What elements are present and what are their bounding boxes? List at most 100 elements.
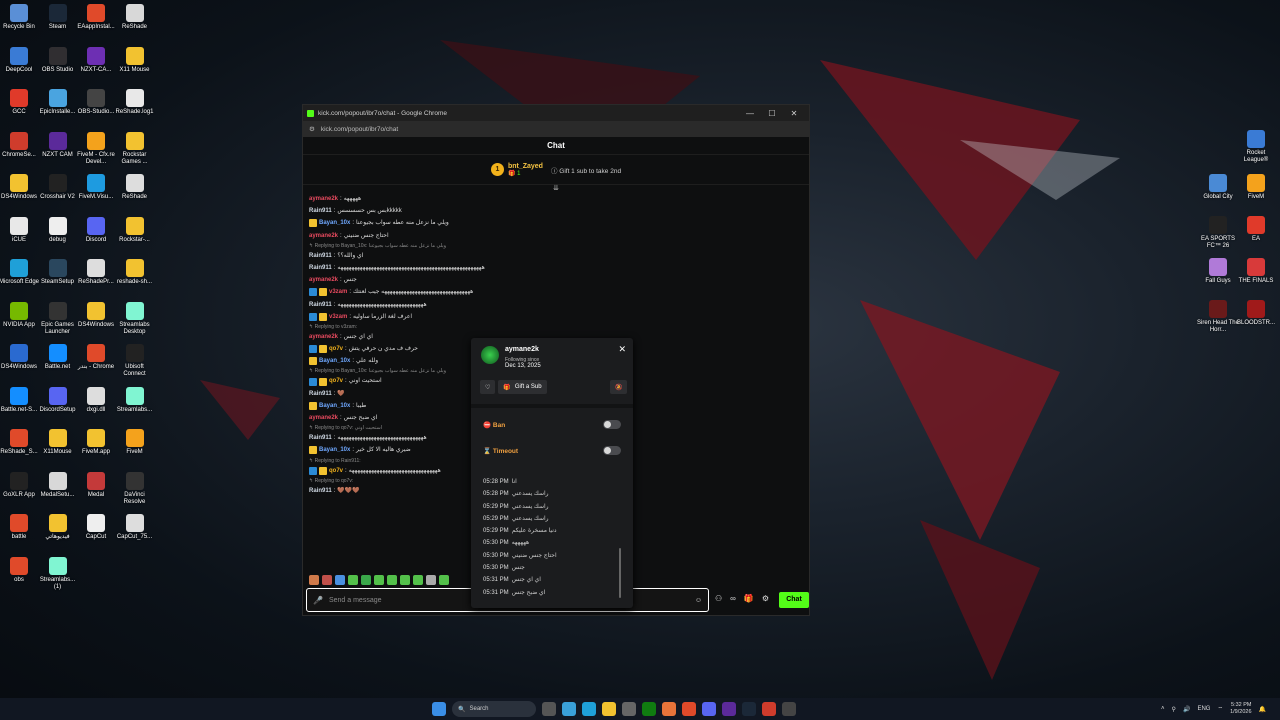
desktop-icon[interactable]: CapCut — [75, 514, 117, 541]
timeout-toggle[interactable] — [603, 446, 621, 455]
desktop-icon[interactable]: EpicInstalle... — [37, 89, 79, 116]
desktop-icon[interactable]: battle — [0, 514, 40, 541]
clock[interactable]: 5:32 PM 1/9/2026 — [1230, 702, 1251, 716]
emoji-icon[interactable]: ☺ — [695, 597, 702, 604]
chat-username[interactable]: Rain911 — [309, 388, 332, 400]
reply-reference[interactable]: ↰ Replying to Bayan_10x: ويلي ما نزعل من… — [309, 242, 609, 250]
task-view-icon[interactable] — [542, 702, 556, 716]
chat-message[interactable]: aymane2k: احتاج جنس ضنيني — [309, 230, 609, 242]
desktop-icon[interactable]: Steam — [37, 4, 79, 31]
discord-icon[interactable] — [702, 702, 716, 716]
desktop-icon[interactable]: iCUE — [0, 216, 40, 244]
emote-icon[interactable] — [413, 575, 423, 585]
ban-toggle[interactable] — [603, 420, 621, 429]
taskbar-search[interactable]: 🔍 Search — [452, 701, 536, 717]
desktop-icon[interactable]: ChromeSe... — [0, 131, 40, 159]
chat-username[interactable]: v3zam — [329, 311, 347, 323]
desktop-icon[interactable]: dxgi.dll — [75, 386, 117, 414]
chat-message[interactable]: aymane2k: هههههه — [309, 193, 609, 205]
emote-icon[interactable] — [361, 575, 371, 585]
infinity-icon[interactable]: ∞ — [730, 594, 736, 603]
desktop-icon[interactable]: X11 Mouse — [114, 46, 156, 74]
desktop-icon[interactable]: Fall Guys — [1197, 258, 1239, 285]
desktop-icon[interactable]: Medal — [75, 471, 117, 499]
users-icon[interactable]: ⚇ — [715, 594, 722, 603]
misc-icon[interactable] — [782, 702, 796, 716]
desktop-icon[interactable]: Microsoft Edge — [0, 259, 40, 286]
desktop-icon[interactable]: Siren Head The Horr... — [1197, 300, 1239, 334]
chat-username[interactable]: Bayan_10x — [319, 400, 350, 412]
desktop-icon[interactable]: Recycle Bin — [0, 4, 40, 31]
chat-message[interactable]: Rain911: بس بس حسسسسkkkkk — [309, 205, 609, 217]
desktop-icon[interactable]: فيديوهاتي — [37, 514, 79, 541]
desktop-icon[interactable]: ReShade — [114, 4, 156, 31]
language-indicator[interactable]: ENG — [1197, 706, 1210, 712]
chevron-up-icon[interactable]: ˄ — [1161, 706, 1165, 712]
emote-icon[interactable] — [322, 575, 332, 585]
desktop-icon[interactable]: FiveM.Visu... — [75, 174, 117, 201]
microphone-icon[interactable]: 🎤 — [313, 596, 323, 605]
emote-icon[interactable] — [426, 575, 436, 585]
desktop-icon[interactable]: Epic Games Launcher — [37, 301, 79, 336]
chat-username[interactable]: aymane2k — [309, 230, 338, 242]
desktop-icon[interactable]: Battle.net — [37, 344, 79, 371]
desktop-icon[interactable]: DS4Windows — [75, 301, 117, 329]
chat-message[interactable]: Rain911: هههههههههههههههههههههههههههههههه — [309, 299, 609, 311]
chrome-icon[interactable] — [682, 702, 696, 716]
chat-message[interactable]: v3zam: ههههههههههههههههههههههههههههههههه … — [309, 286, 609, 298]
desktop-icon[interactable]: Streamlabs... (1) — [37, 556, 79, 591]
desktop-icon[interactable]: EA — [1235, 216, 1277, 243]
chat-username[interactable]: Bayan_10x — [319, 217, 350, 229]
chat-username[interactable]: v3zam — [329, 286, 347, 298]
maximize-button[interactable]: ☐ — [761, 109, 783, 118]
chat-username[interactable]: aymane2k — [309, 412, 338, 424]
desktop-icon[interactable]: BLOODSTR... — [1235, 300, 1277, 327]
chat-message[interactable]: v3zam: اعرف لغة الزرما ساوليه — [309, 311, 609, 323]
desktop-icon[interactable]: ReShade — [114, 174, 156, 201]
desktop-icon[interactable]: DS4Windows — [0, 174, 40, 201]
chat-username[interactable]: qo7v — [329, 465, 343, 477]
desktop-icon[interactable]: Rockstar Games ... — [114, 131, 156, 166]
site-info-icon[interactable]: ⚙ — [309, 125, 315, 133]
chat-message[interactable]: Bayan_10x: ويلي ما نزعل منه عطه سواب بجيو… — [309, 217, 609, 229]
desktop-icon[interactable]: Rocket League® — [1235, 130, 1277, 164]
desktop-icon[interactable]: Global City — [1197, 174, 1239, 201]
chat-username[interactable]: Rain911 — [309, 432, 332, 444]
desktop-icon[interactable]: FiveM.app — [75, 429, 117, 456]
desktop-icon[interactable]: ReShadePr... — [75, 259, 117, 286]
wifi-icon[interactable]: ⌔ — [1217, 705, 1223, 713]
chat-username[interactable]: aymane2k — [309, 331, 338, 343]
desktop-icon[interactable]: FiveM - Cfx.re Devel... — [75, 131, 117, 166]
desktop-icon[interactable]: FiveM — [1235, 174, 1277, 201]
chat-username[interactable]: Rain911 — [309, 205, 332, 217]
desktop-icon[interactable]: DiscordSetup — [37, 386, 79, 414]
app-icon[interactable] — [662, 702, 676, 716]
desktop-icon[interactable]: OBS Studio — [37, 46, 79, 74]
desktop-icon[interactable]: Battle.net-S... — [0, 386, 40, 414]
gift-sub-button[interactable]: 🎁 Gift a Sub — [498, 380, 547, 394]
desktop-icon[interactable]: DaVinci Resolve — [114, 471, 156, 506]
desktop-icon[interactable]: DeepCool — [0, 46, 40, 74]
desktop-icon[interactable]: EAappInstal... — [75, 4, 117, 31]
desktop-icon[interactable]: EA SPORTS FC™ 26 — [1197, 216, 1239, 250]
gift-box-icon[interactable]: 🎁 — [744, 594, 754, 603]
chat-message[interactable]: Rain911: هههههههههههههههههههههههههههههههه… — [309, 262, 609, 274]
edge-icon[interactable] — [582, 702, 596, 716]
desktop-icon[interactable]: GoXLR App — [0, 471, 40, 499]
emote-icon[interactable] — [400, 575, 410, 585]
emote-icon[interactable] — [309, 575, 319, 585]
chat-username[interactable]: Bayan_10x — [319, 444, 350, 456]
chat-username[interactable]: aymane2k — [309, 193, 338, 205]
close-window-button[interactable]: ✕ — [783, 109, 805, 118]
desktop-icon[interactable]: Streamlabs Desktop — [114, 301, 156, 336]
mute-button[interactable]: 🔕 — [610, 380, 628, 394]
network-icon[interactable]: ⚲ — [1172, 706, 1176, 713]
desktop-icon[interactable]: Ubisoft Connect — [114, 344, 156, 378]
chat-username[interactable]: Rain911 — [309, 485, 332, 497]
chat-username[interactable]: Bayan_10x — [319, 355, 350, 367]
desktop-icon[interactable]: ReShade.log1 — [114, 89, 156, 116]
chat-username[interactable]: aymane2k — [309, 274, 338, 286]
desktop-icon[interactable]: MedalSetu... — [37, 471, 79, 499]
desktop-icon[interactable]: reshade-sh... — [114, 259, 156, 286]
desktop-icon[interactable]: NVIDIA App — [0, 301, 40, 329]
